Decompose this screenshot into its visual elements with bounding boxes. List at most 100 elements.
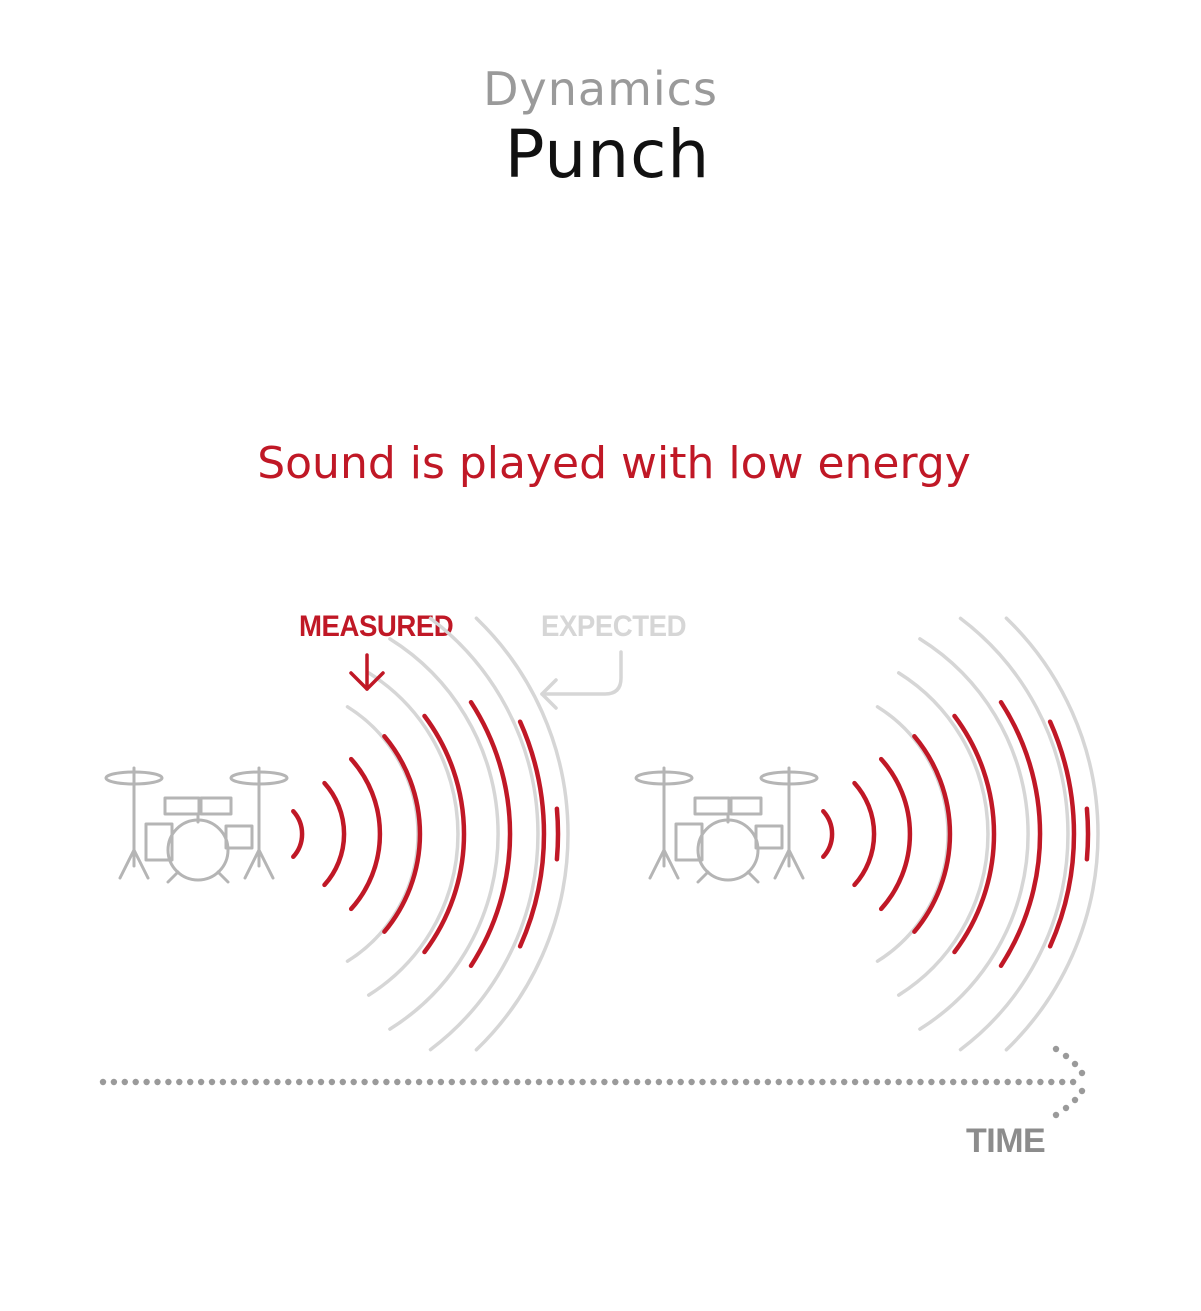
time-arrow-dot <box>176 1078 183 1086</box>
time-arrow-dot <box>797 1078 804 1086</box>
measured-wave <box>348 756 383 912</box>
time-arrow-dot <box>383 1078 390 1086</box>
measured-wave <box>554 806 561 862</box>
diagram-canvas <box>99 616 1100 1119</box>
time-arrow-dot <box>1026 1078 1033 1086</box>
time-arrow-dot <box>197 1078 205 1086</box>
time-arrow-dot <box>623 1078 630 1086</box>
time-arrow-dot <box>1015 1078 1022 1086</box>
time-arrow-dot <box>830 1078 837 1086</box>
time-arrow-dot <box>121 1078 128 1086</box>
time-arrow-dot <box>644 1078 652 1086</box>
time-arrow-dot <box>1078 1087 1086 1095</box>
time-arrow-dot <box>590 1078 597 1086</box>
time-arrow-dot <box>252 1078 259 1086</box>
time-arrow-dot <box>742 1078 750 1086</box>
time-arrow-dot <box>1037 1078 1044 1086</box>
time-arrow-dot <box>1004 1078 1011 1086</box>
time-arrow-dot <box>982 1078 990 1086</box>
time-arrow-dot <box>339 1078 346 1086</box>
time-arrow-dot <box>699 1078 706 1086</box>
time-arrow-dot <box>732 1078 739 1086</box>
time-arrow-dot <box>503 1078 510 1086</box>
time-arrow-dot <box>230 1078 237 1086</box>
time-arrow-dot <box>917 1078 924 1086</box>
time-arrow-dot <box>448 1078 455 1086</box>
time-arrow-dot <box>655 1078 663 1086</box>
measured-wave <box>852 780 877 888</box>
expected-wave <box>428 616 540 1052</box>
time-arrow-dot <box>241 1078 248 1086</box>
time-arrow-dot <box>808 1078 815 1086</box>
time-arrow-dot <box>426 1078 434 1086</box>
time-arrow-dot <box>514 1078 521 1086</box>
time-arrow-dot <box>1069 1078 1077 1086</box>
drum-kit-icon <box>634 766 819 884</box>
time-arrow-dot <box>873 1078 881 1086</box>
time-arrow-dot <box>786 1078 793 1086</box>
time-arrow-dot <box>666 1078 673 1086</box>
time-arrow-dot <box>993 1078 1000 1086</box>
time-arrow-dot <box>306 1078 314 1086</box>
time-arrow-dot <box>557 1078 564 1086</box>
time-arrow-dot <box>524 1078 532 1086</box>
time-arrow-dot <box>1071 1096 1079 1104</box>
time-arrow-dot <box>1048 1078 1055 1086</box>
time-arrow-dot <box>492 1078 499 1086</box>
time-arrow-dot <box>1059 1078 1066 1086</box>
sound-waves <box>291 616 570 1052</box>
time-arrow-dot <box>459 1078 466 1086</box>
time-arrow-dot <box>971 1078 979 1086</box>
time-arrow-dot <box>1052 1045 1060 1053</box>
time-arrow-dot <box>132 1078 139 1086</box>
time-arrow-dot <box>372 1078 379 1086</box>
time-arrow-dot <box>1052 1111 1060 1119</box>
time-arrow-dot <box>143 1078 150 1086</box>
time-arrow-dot <box>710 1078 717 1086</box>
time-arrow-dot <box>99 1078 107 1086</box>
measured-wave <box>468 699 513 969</box>
measured-wave <box>517 719 547 949</box>
time-arrow-dot <box>405 1078 412 1086</box>
expected-wave <box>958 616 1070 1052</box>
time-arrow-dot <box>437 1078 445 1086</box>
expected-wave <box>345 705 420 963</box>
time-arrow-dot <box>415 1078 423 1086</box>
time-arrow-dot <box>753 1078 761 1086</box>
time-arrow-dot <box>1062 1052 1070 1060</box>
time-arrow-dot <box>939 1078 946 1086</box>
time-arrow-dot <box>950 1078 957 1086</box>
time-arrow-dot <box>841 1078 848 1086</box>
time-arrow-dot <box>535 1078 543 1086</box>
time-arrow-dot <box>274 1078 281 1086</box>
time-arrow-dot <box>394 1078 401 1086</box>
time-arrow-dot <box>208 1078 216 1086</box>
time-arrow-dot <box>263 1078 270 1086</box>
time-arrow-dot <box>851 1078 859 1086</box>
time-arrow-dot <box>110 1078 118 1086</box>
expected-wave <box>918 637 1030 1031</box>
time-arrow-dot <box>568 1078 575 1086</box>
measured-wave <box>322 780 347 888</box>
time-arrow-dot <box>633 1078 641 1086</box>
time-arrow-dot <box>819 1078 826 1086</box>
time-arrow-dot <box>350 1078 357 1086</box>
time-arrow-dot <box>688 1078 695 1086</box>
time-arrow-dot <box>219 1078 227 1086</box>
measured-wave <box>1047 719 1077 949</box>
time-arrow-dot <box>470 1078 477 1086</box>
time-arrow-dot <box>601 1078 608 1086</box>
time-arrow-icon <box>99 1045 1086 1119</box>
time-arrow-dot <box>481 1078 488 1086</box>
measured-wave <box>291 808 305 860</box>
time-arrow-dot <box>187 1078 194 1086</box>
expected-wave <box>388 637 500 1031</box>
time-arrow-dot <box>764 1078 772 1086</box>
time-arrow-dot <box>579 1078 586 1086</box>
time-arrow-dot <box>361 1078 368 1086</box>
measured-wave <box>912 734 953 934</box>
measured-arrow-icon <box>349 653 385 691</box>
time-arrow-dot <box>721 1078 728 1086</box>
time-arrow-dot <box>775 1078 782 1086</box>
time-arrow-dot <box>895 1078 902 1086</box>
